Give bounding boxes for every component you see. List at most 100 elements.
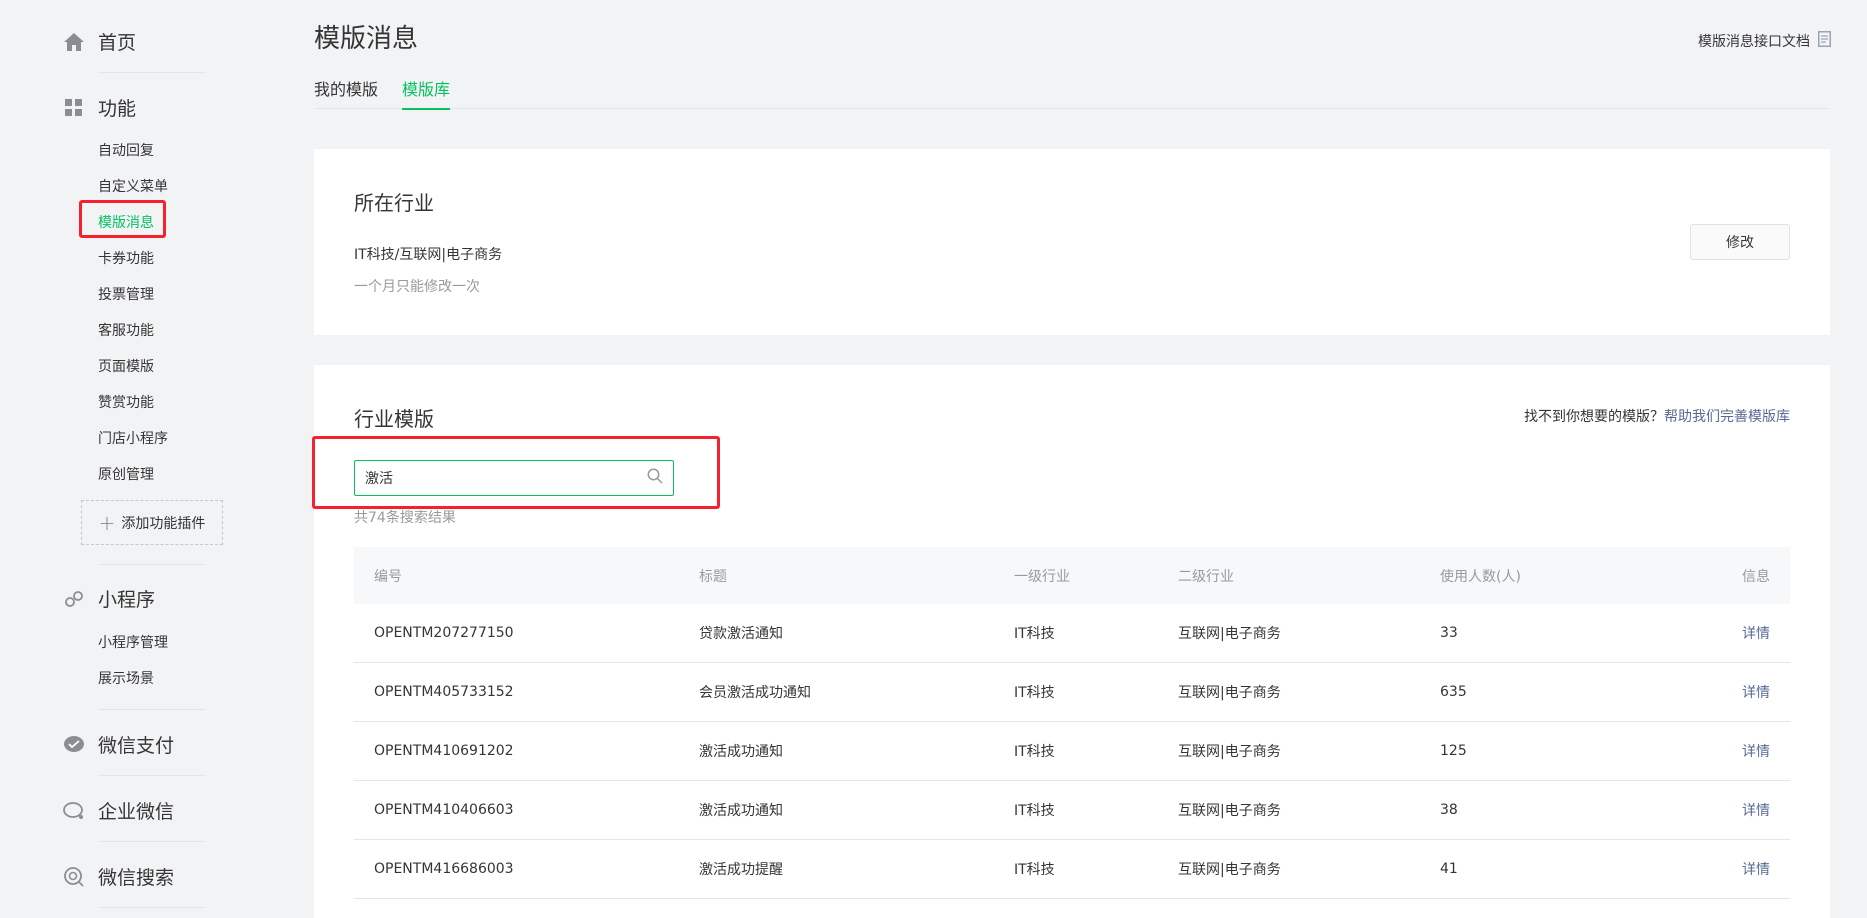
table-row: OPENTM410691202 激活成功通知 IT科技 互联网|电子商务 125… bbox=[354, 722, 1790, 781]
cell-industry-2: 互联网|电子商务 bbox=[1178, 862, 1281, 878]
cell-users: 38 bbox=[1440, 802, 1458, 818]
industry-card: 所在行业 IT科技/互联网|电子商务 一个月只能修改一次 修改 bbox=[314, 149, 1830, 335]
home-icon bbox=[62, 30, 86, 54]
nav-wechat-search[interactable]: 微信搜索 bbox=[62, 863, 174, 890]
cell-title: 贷款激活通知 bbox=[699, 626, 783, 642]
work-wechat-icon bbox=[62, 799, 86, 823]
divider bbox=[98, 72, 206, 73]
miniprogram-icon bbox=[62, 587, 86, 611]
industry-value: IT科技/互联网|电子商务 bbox=[354, 247, 503, 263]
nav-miniprogram[interactable]: 小程序 bbox=[62, 585, 155, 612]
sidebar-item-card-coupon[interactable]: 卡券功能 bbox=[98, 248, 154, 268]
divider bbox=[98, 907, 206, 908]
modify-button[interactable]: 修改 bbox=[1690, 224, 1790, 260]
cell-id: OPENTM410406603 bbox=[374, 802, 514, 818]
tab-my-templates[interactable]: 我的模版 bbox=[314, 72, 378, 109]
col-title: 标题 bbox=[699, 568, 727, 585]
details-link[interactable]: 详情 bbox=[1720, 859, 1790, 879]
industry-title: 所在行业 bbox=[354, 191, 434, 215]
nav-features-label: 功能 bbox=[98, 98, 137, 120]
highlight-box bbox=[79, 200, 166, 238]
add-plugin-button[interactable]: + 添加功能插件 bbox=[81, 500, 223, 545]
tab-bar: 我的模版 模版库 bbox=[314, 72, 1830, 110]
result-count: 共74条搜索结果 bbox=[354, 510, 456, 526]
cell-industry-2: 互联网|电子商务 bbox=[1178, 685, 1281, 701]
cell-industry-2: 互联网|电子商务 bbox=[1178, 744, 1281, 760]
cell-id: OPENTM207277150 bbox=[374, 625, 514, 641]
sidebar-item-reward[interactable]: 赞赏功能 bbox=[98, 392, 154, 412]
search-input[interactable] bbox=[365, 470, 647, 486]
col-industry-1: 一级行业 bbox=[1014, 568, 1070, 585]
grid-icon bbox=[62, 96, 86, 120]
wechat-search-icon bbox=[62, 865, 86, 889]
nav-wechat-pay[interactable]: 微信支付 bbox=[62, 731, 174, 758]
sidebar-item-page-template[interactable]: 页面模版 bbox=[98, 356, 154, 376]
table-header: 编号 标题 一级行业 二级行业 使用人数(人) 信息 bbox=[354, 547, 1790, 604]
divider bbox=[98, 775, 206, 776]
nav-miniprogram-label: 小程序 bbox=[98, 589, 156, 611]
cell-industry-1: IT科技 bbox=[1014, 626, 1055, 642]
nav-work-wechat[interactable]: 企业微信 bbox=[62, 797, 174, 824]
nav-home-label: 首页 bbox=[98, 32, 137, 54]
help-text: 找不到你想要的模版？帮助我们完善模版库 bbox=[1524, 406, 1790, 426]
cell-id: OPENTM410691202 bbox=[374, 743, 514, 759]
sidebar-item-auto-reply[interactable]: 自动回复 bbox=[98, 140, 154, 160]
sidebar-item-customer-service[interactable]: 客服功能 bbox=[98, 320, 154, 340]
add-plugin-label: 添加功能插件 bbox=[121, 515, 206, 532]
sidebar-item-vote[interactable]: 投票管理 bbox=[98, 284, 154, 304]
nav-features[interactable]: 功能 bbox=[62, 94, 136, 121]
col-info: 信息 bbox=[1742, 568, 1770, 585]
cell-users: 41 bbox=[1440, 861, 1458, 877]
cell-industry-1: IT科技 bbox=[1014, 862, 1055, 878]
cell-id: OPENTM405733152 bbox=[374, 684, 514, 700]
details-link[interactable]: 详情 bbox=[1720, 682, 1790, 702]
sidebar-item-store-miniprogram[interactable]: 门店小程序 bbox=[98, 428, 168, 448]
cell-industry-1: IT科技 bbox=[1014, 744, 1055, 760]
details-link[interactable]: 详情 bbox=[1720, 623, 1790, 643]
cell-industry-2: 互联网|电子商务 bbox=[1178, 626, 1281, 642]
wechat-pay-icon bbox=[62, 733, 86, 757]
templates-title: 行业模版 bbox=[354, 407, 434, 431]
cell-title: 会员激活成功通知 bbox=[699, 685, 811, 701]
sidebar-item-display-scene[interactable]: 展示场景 bbox=[98, 668, 154, 688]
cell-title: 激活成功提醒 bbox=[699, 862, 783, 878]
cell-industry-1: IT科技 bbox=[1014, 685, 1055, 701]
nav-home[interactable]: 首页 bbox=[62, 28, 136, 55]
api-doc-link[interactable]: 模版消息接口文档 bbox=[1698, 31, 1831, 51]
divider bbox=[98, 564, 206, 565]
sidebar: 首页 功能 自动回复 自定义菜单 模版消息 卡券功能 投票管理 客服功能 页面模… bbox=[0, 0, 260, 918]
cell-users: 635 bbox=[1440, 684, 1467, 700]
sidebar-item-original[interactable]: 原创管理 bbox=[98, 464, 154, 484]
col-industry-2: 二级行业 bbox=[1178, 568, 1234, 585]
cell-title: 激活成功通知 bbox=[699, 803, 783, 819]
templates-card: 行业模版 找不到你想要的模版？帮助我们完善模版库 共74条搜索结果 编号 标题 … bbox=[312, 365, 1830, 918]
nav-work-wechat-label: 企业微信 bbox=[98, 801, 175, 823]
sidebar-item-miniprogram-manage[interactable]: 小程序管理 bbox=[98, 632, 168, 652]
nav-wechat-pay-label: 微信支付 bbox=[98, 735, 175, 757]
sidebar-item-custom-menu[interactable]: 自定义菜单 bbox=[98, 176, 168, 196]
cell-title: 激活成功通知 bbox=[699, 744, 783, 760]
tab-template-library[interactable]: 模版库 bbox=[402, 72, 451, 110]
help-link[interactable]: 帮助我们完善模版库 bbox=[1664, 409, 1790, 425]
divider bbox=[98, 709, 206, 710]
divider bbox=[98, 841, 206, 842]
table-row: OPENTM207277150 贷款激活通知 IT科技 互联网|电子商务 33 … bbox=[354, 604, 1790, 663]
cell-industry-1: IT科技 bbox=[1014, 803, 1055, 819]
table-row: OPENTM416686003 激活成功提醒 IT科技 互联网|电子商务 41 … bbox=[354, 840, 1790, 899]
cell-users: 33 bbox=[1440, 625, 1458, 641]
cell-industry-2: 互联网|电子商务 bbox=[1178, 803, 1281, 819]
details-link[interactable]: 详情 bbox=[1720, 741, 1790, 761]
plus-icon: + bbox=[98, 510, 116, 535]
search-icon[interactable] bbox=[647, 468, 663, 488]
templates-table: 编号 标题 一级行业 二级行业 使用人数(人) 信息 OPENTM2072771… bbox=[354, 547, 1790, 899]
page-title: 模版消息 bbox=[314, 24, 419, 54]
industry-note: 一个月只能修改一次 bbox=[354, 279, 480, 295]
search-box bbox=[354, 460, 674, 496]
table-row: OPENTM410406603 激活成功通知 IT科技 互联网|电子商务 38 … bbox=[354, 781, 1790, 840]
table-row: OPENTM405733152 会员激活成功通知 IT科技 互联网|电子商务 6… bbox=[354, 663, 1790, 722]
cell-id: OPENTM416686003 bbox=[374, 861, 514, 877]
col-id: 编号 bbox=[374, 568, 402, 585]
help-prefix: 找不到你想要的模版？ bbox=[1524, 409, 1664, 425]
document-icon bbox=[1818, 31, 1831, 51]
details-link[interactable]: 详情 bbox=[1720, 800, 1790, 820]
